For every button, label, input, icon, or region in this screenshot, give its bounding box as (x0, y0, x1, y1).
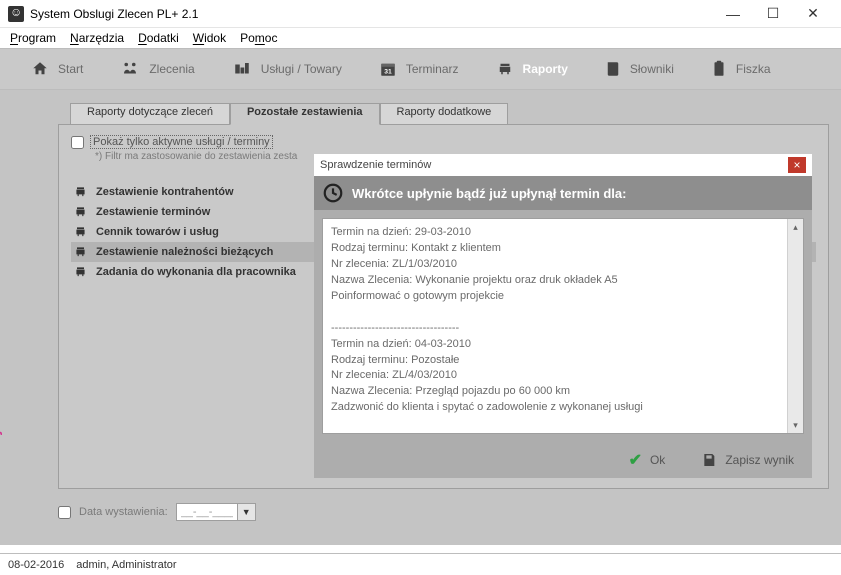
dialog-ok-button[interactable]: ✔ Ok (629, 450, 666, 470)
dialog-close-button[interactable]: × (788, 157, 806, 173)
date-dropdown-button[interactable]: ▼ (238, 503, 256, 521)
date-filter-input[interactable] (176, 503, 238, 521)
date-filter-label: Data wystawienia: (79, 506, 168, 518)
filter-active-checkbox[interactable] (71, 136, 84, 149)
minimize-button[interactable]: — (713, 0, 753, 28)
dialog-footer: ✔ Ok Zapisz wynik (314, 442, 812, 478)
menu-narzedzia[interactable]: Narzędzia (70, 31, 124, 45)
clock-icon (322, 182, 344, 204)
status-bar: 08-02-2016 admin, Administrator (0, 553, 841, 575)
check-icon: ✔ (629, 450, 642, 470)
maximize-button[interactable]: ☐ (753, 0, 793, 28)
menu-bar: Program Narzędzia Dodatki Widok Pomoc (0, 28, 841, 48)
app-icon (8, 6, 24, 22)
status-user: admin, Administrator (76, 559, 176, 571)
scroll-down-icon[interactable]: ▾ (788, 417, 803, 433)
deadlines-dialog: Sprawdzenie terminów × Wkrótce upłynie b… (314, 154, 812, 478)
tab-strip: Raporty dotyczące zleceń Pozostałe zesta… (70, 102, 829, 124)
status-date: 08-02-2016 (8, 559, 64, 571)
dialog-banner: Wkrótce upłynie bądź już upłynął termin … (314, 176, 812, 210)
dialog-scrollbar[interactable]: ▴ ▾ (787, 219, 803, 433)
date-filter-row: Data wystawienia: ▼ (58, 503, 256, 521)
floppy-icon (701, 452, 717, 468)
tab-pozostale-zestawienia[interactable]: Pozostałe zestawienia (230, 103, 380, 125)
menu-pomoc[interactable]: Pomoc (240, 31, 277, 45)
dialog-titlebar: Sprawdzenie terminów × (314, 154, 812, 176)
toolbar-start[interactable]: Start (16, 56, 97, 82)
toolbar-zlecenia[interactable]: Zlecenia (105, 56, 208, 82)
toolbar-raporty[interactable]: Raporty (481, 56, 582, 82)
dialog-save-button[interactable]: Zapisz wynik (701, 452, 794, 468)
brand-vertical: SoftwareProjekt (0, 405, 4, 539)
dialog-body: Termin na dzień: 29-03-2010 Rodzaj termi… (322, 218, 804, 434)
menu-widok[interactable]: Widok (193, 31, 226, 45)
toolbar-slowniki[interactable]: Słowniki (590, 56, 688, 82)
menu-dodatki[interactable]: Dodatki (138, 31, 179, 45)
toolbar-fiszka[interactable]: Fiszka (696, 56, 785, 82)
dialog-title: Sprawdzenie terminów (320, 159, 431, 171)
window-title: System Obslugi Zlecen PL+ 2.1 (30, 7, 713, 21)
svg-text:31: 31 (384, 69, 392, 76)
tab-raporty-zlecen[interactable]: Raporty dotyczące zleceń (70, 103, 230, 125)
toolbar-terminarz[interactable]: 31 Terminarz (364, 56, 473, 82)
dialog-banner-text: Wkrótce upłynie bądź już upłynął termin … (352, 186, 626, 201)
dialog-body-text: Termin na dzień: 29-03-2010 Rodzaj termi… (331, 225, 795, 416)
tab-raporty-dodatkowe[interactable]: Raporty dodatkowe (380, 103, 509, 125)
scroll-up-icon[interactable]: ▴ (788, 219, 803, 235)
title-bar: System Obslugi Zlecen PL+ 2.1 — ☐ ✕ (0, 0, 841, 28)
main-toolbar: Start Zlecenia Usługi / Towary 31 Termin… (0, 48, 841, 90)
close-button[interactable]: ✕ (793, 0, 833, 28)
menu-program[interactable]: Program (10, 31, 56, 45)
date-filter-checkbox[interactable] (58, 506, 71, 519)
filter-active-label: Pokaż tylko aktywne usługi / terminy (90, 135, 273, 149)
toolbar-uslugi-towary[interactable]: Usługi / Towary (217, 56, 356, 82)
